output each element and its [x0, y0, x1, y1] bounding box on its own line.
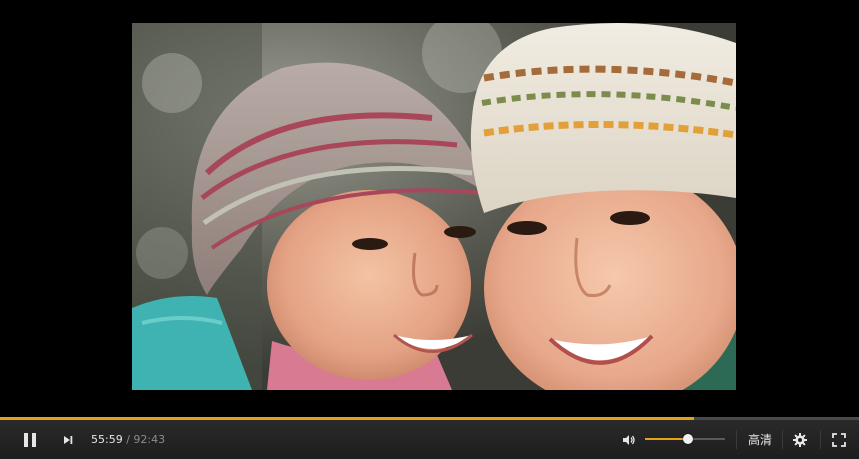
pause-button[interactable] [16, 420, 44, 459]
video-still-image [132, 23, 736, 390]
video-area[interactable] [0, 0, 859, 417]
divider [736, 430, 737, 449]
video-player: 55:59 / 92:43 高清 [0, 0, 859, 459]
next-track-icon [64, 435, 73, 444]
time-separator: / [126, 433, 130, 446]
pause-icon [24, 432, 36, 447]
total-time: 92:43 [133, 433, 166, 446]
mute-button[interactable] [619, 420, 639, 459]
settings-button[interactable] [789, 420, 811, 459]
divider [782, 430, 783, 449]
next-button[interactable] [58, 420, 78, 459]
volume-handle[interactable] [683, 434, 694, 444]
quality-button[interactable]: 高清 [742, 420, 778, 459]
volume-level [645, 438, 689, 440]
fullscreen-icon [832, 432, 846, 447]
divider [820, 430, 821, 449]
volume-slider[interactable] [645, 434, 725, 444]
gear-icon [793, 432, 807, 447]
control-bar: 55:59 / 92:43 高清 [0, 420, 859, 459]
video-frame[interactable] [132, 23, 736, 390]
speaker-icon [623, 434, 635, 445]
time-display: 55:59 / 92:43 [91, 420, 165, 459]
fullscreen-button[interactable] [828, 420, 850, 459]
current-time: 55:59 [91, 433, 123, 446]
